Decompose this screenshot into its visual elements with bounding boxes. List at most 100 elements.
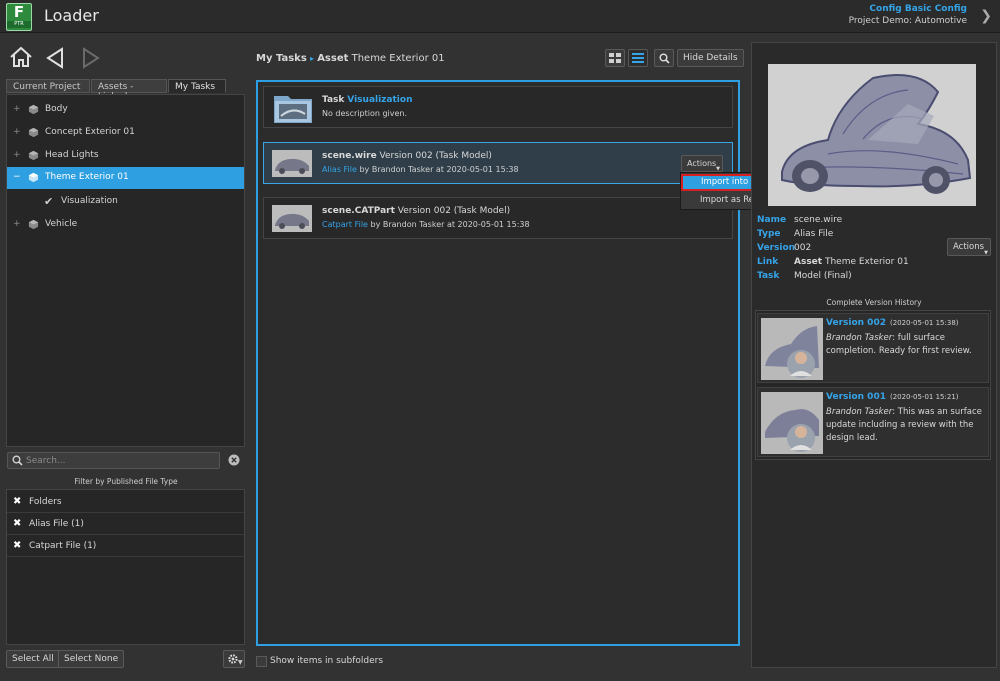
- tree-item-body[interactable]: + Body: [7, 99, 244, 120]
- task-link[interactable]: Visualization: [347, 95, 412, 105]
- detail-link-value: Asset Theme Exterior 01: [794, 257, 909, 267]
- forward-arrow-icon[interactable]: [80, 47, 102, 69]
- file-subtitle: No description given.: [322, 109, 408, 118]
- file-card-task[interactable]: Task Visualization No description given.: [263, 86, 733, 128]
- filter-label: Folders: [29, 497, 62, 507]
- detail-type-value: Alias File: [794, 229, 834, 239]
- tree-item-concept-exterior[interactable]: + Concept Exterior 01: [7, 122, 244, 143]
- clear-search-icon[interactable]: [228, 454, 240, 466]
- file-subtitle: Alias File by Brandon Tasker at 2020-05-…: [322, 165, 519, 174]
- tree-item-label: Concept Exterior 01: [45, 127, 135, 137]
- detail-task-value: Model (Final): [794, 271, 852, 281]
- expand-icon[interactable]: +: [13, 99, 21, 120]
- select-none-button[interactable]: Select None: [58, 650, 125, 668]
- file-title: scene.CATPart Version 002 (Task Model): [322, 206, 510, 216]
- thumbnail-view-button[interactable]: [605, 49, 625, 67]
- history-version[interactable]: Version 002 (2020-05-01 15:38): [826, 318, 959, 328]
- history-date: (2020-05-01 15:21): [889, 393, 959, 401]
- filter-title: Filter by Published File Type: [74, 477, 178, 486]
- history-version-label: Version 002: [826, 318, 886, 328]
- expand-icon[interactable]: +: [13, 122, 21, 143]
- select-all-button[interactable]: Select All: [6, 650, 60, 668]
- version-history-title: Complete Version History: [826, 298, 922, 307]
- tree-item-head-lights[interactable]: + Head Lights: [7, 145, 244, 166]
- file-version: Version 002 (Task Model): [379, 151, 492, 161]
- history-description: Brandon Tasker: full surface completion.…: [826, 332, 986, 358]
- tree-item-visualization[interactable]: ✔ Visualization: [7, 191, 244, 212]
- actions-label: Actions: [953, 242, 985, 252]
- expand-icon[interactable]: +: [13, 214, 21, 235]
- history-author: Brandon Tasker: [826, 407, 893, 417]
- remove-filter-icon[interactable]: ✖: [13, 491, 21, 513]
- history-author: Brandon Tasker: [826, 333, 893, 343]
- file-author: by Brandon Tasker at 2020-05-01 15:38: [370, 220, 530, 229]
- detail-link-name[interactable]: Theme Exterior 01: [825, 257, 909, 267]
- file-name: scene.wire: [322, 151, 377, 161]
- file-card-scene-wire[interactable]: scene.wire Version 002 (Task Model) Alia…: [263, 142, 733, 184]
- detail-task-key: Task: [757, 271, 780, 281]
- entity-tree: + Body + Concept Exterior 01 + Head Ligh…: [6, 94, 245, 447]
- expand-icon[interactable]: +: [13, 145, 21, 166]
- tab-current-project[interactable]: Current Project: [6, 79, 90, 93]
- tab-assets-linked[interactable]: Assets - Linked: [91, 79, 167, 102]
- detail-version-key: Version: [757, 243, 796, 253]
- tree-item-label: Visualization: [61, 196, 118, 206]
- app-title: Loader: [44, 6, 99, 25]
- tab-my-tasks[interactable]: My Tasks: [168, 79, 226, 93]
- search-toggle-button[interactable]: [654, 49, 674, 67]
- remove-filter-icon[interactable]: ✖: [13, 513, 21, 535]
- file-card-scene-catpart[interactable]: scene.CATPart Version 002 (Task Model) C…: [263, 197, 733, 239]
- dropdown-arrow-icon: ▼: [984, 250, 988, 256]
- remove-filter-icon[interactable]: ✖: [13, 535, 21, 557]
- cube-icon: [28, 172, 39, 183]
- list-view-button[interactable]: [628, 49, 648, 67]
- list-icon: [632, 53, 644, 63]
- check-icon: ✔: [44, 195, 54, 208]
- project-name: Project Demo: Automotive: [848, 16, 967, 26]
- logo-sub: PTR: [7, 21, 31, 28]
- collapse-icon[interactable]: −: [13, 167, 21, 188]
- history-item-v001[interactable]: Version 001 (2020-05-01 15:21) Brandon Ta…: [757, 387, 989, 457]
- cube-icon: [28, 150, 39, 161]
- file-title: Task Visualization: [322, 95, 412, 105]
- home-icon[interactable]: [9, 46, 33, 68]
- filter-item-folders[interactable]: ✖ Folders: [7, 491, 244, 513]
- app-logo: F PTR: [6, 3, 32, 31]
- chevron-right-icon[interactable]: ❯: [980, 8, 992, 24]
- preview-image: [768, 64, 976, 206]
- history-date: (2020-05-01 15:38): [889, 319, 959, 327]
- tree-item-theme-exterior[interactable]: − Theme Exterior 01: [7, 167, 244, 189]
- file-subtitle: Catpart File by Brandon Tasker at 2020-0…: [322, 220, 530, 229]
- search-input[interactable]: [26, 453, 216, 468]
- show-subfolders-checkbox[interactable]: [256, 656, 267, 667]
- tree-item-label: Head Lights: [45, 150, 99, 160]
- back-arrow-icon[interactable]: [44, 47, 66, 69]
- filter-label: Catpart File (1): [29, 541, 97, 551]
- filter-label: Alias File (1): [29, 519, 84, 529]
- detail-link-type: Asset: [794, 257, 823, 267]
- tree-item-vehicle[interactable]: + Vehicle: [7, 214, 244, 235]
- history-item-v002[interactable]: Version 002 (2020-05-01 15:38) Brandon Ta…: [757, 313, 989, 383]
- history-version[interactable]: Version 001 (2020-05-01 15:21): [826, 392, 959, 402]
- breadcrumb-root[interactable]: My Tasks: [256, 53, 307, 64]
- folder-icon: [274, 96, 312, 123]
- show-subfolders-label: Show items in subfolders: [270, 656, 384, 666]
- detail-link-key: Link: [757, 257, 779, 267]
- filter-item-alias[interactable]: ✖ Alias File (1): [7, 513, 244, 535]
- file-type[interactable]: Alias File: [322, 165, 357, 174]
- search-icon: [12, 455, 23, 466]
- history-thumbnail: [761, 392, 823, 454]
- task-prefix: Task: [322, 95, 345, 105]
- dropdown-arrow-icon: ▼: [238, 659, 243, 666]
- history-description: Brandon Tasker: This was an surface upda…: [826, 406, 986, 445]
- settings-button[interactable]: ▼: [223, 650, 245, 668]
- logo-letter: F: [13, 3, 25, 21]
- file-type[interactable]: Catpart File: [322, 220, 368, 229]
- filter-item-catpart[interactable]: ✖ Catpart File (1): [7, 535, 244, 557]
- file-actions-button[interactable]: Actions ▼: [681, 155, 723, 172]
- detail-type-key: Type: [757, 229, 781, 239]
- config-name[interactable]: Config Basic Config: [869, 4, 967, 14]
- tree-item-label: Theme Exterior 01: [45, 172, 129, 182]
- detail-actions-button[interactable]: Actions ▼: [947, 238, 991, 256]
- hide-details-button[interactable]: Hide Details: [677, 49, 744, 67]
